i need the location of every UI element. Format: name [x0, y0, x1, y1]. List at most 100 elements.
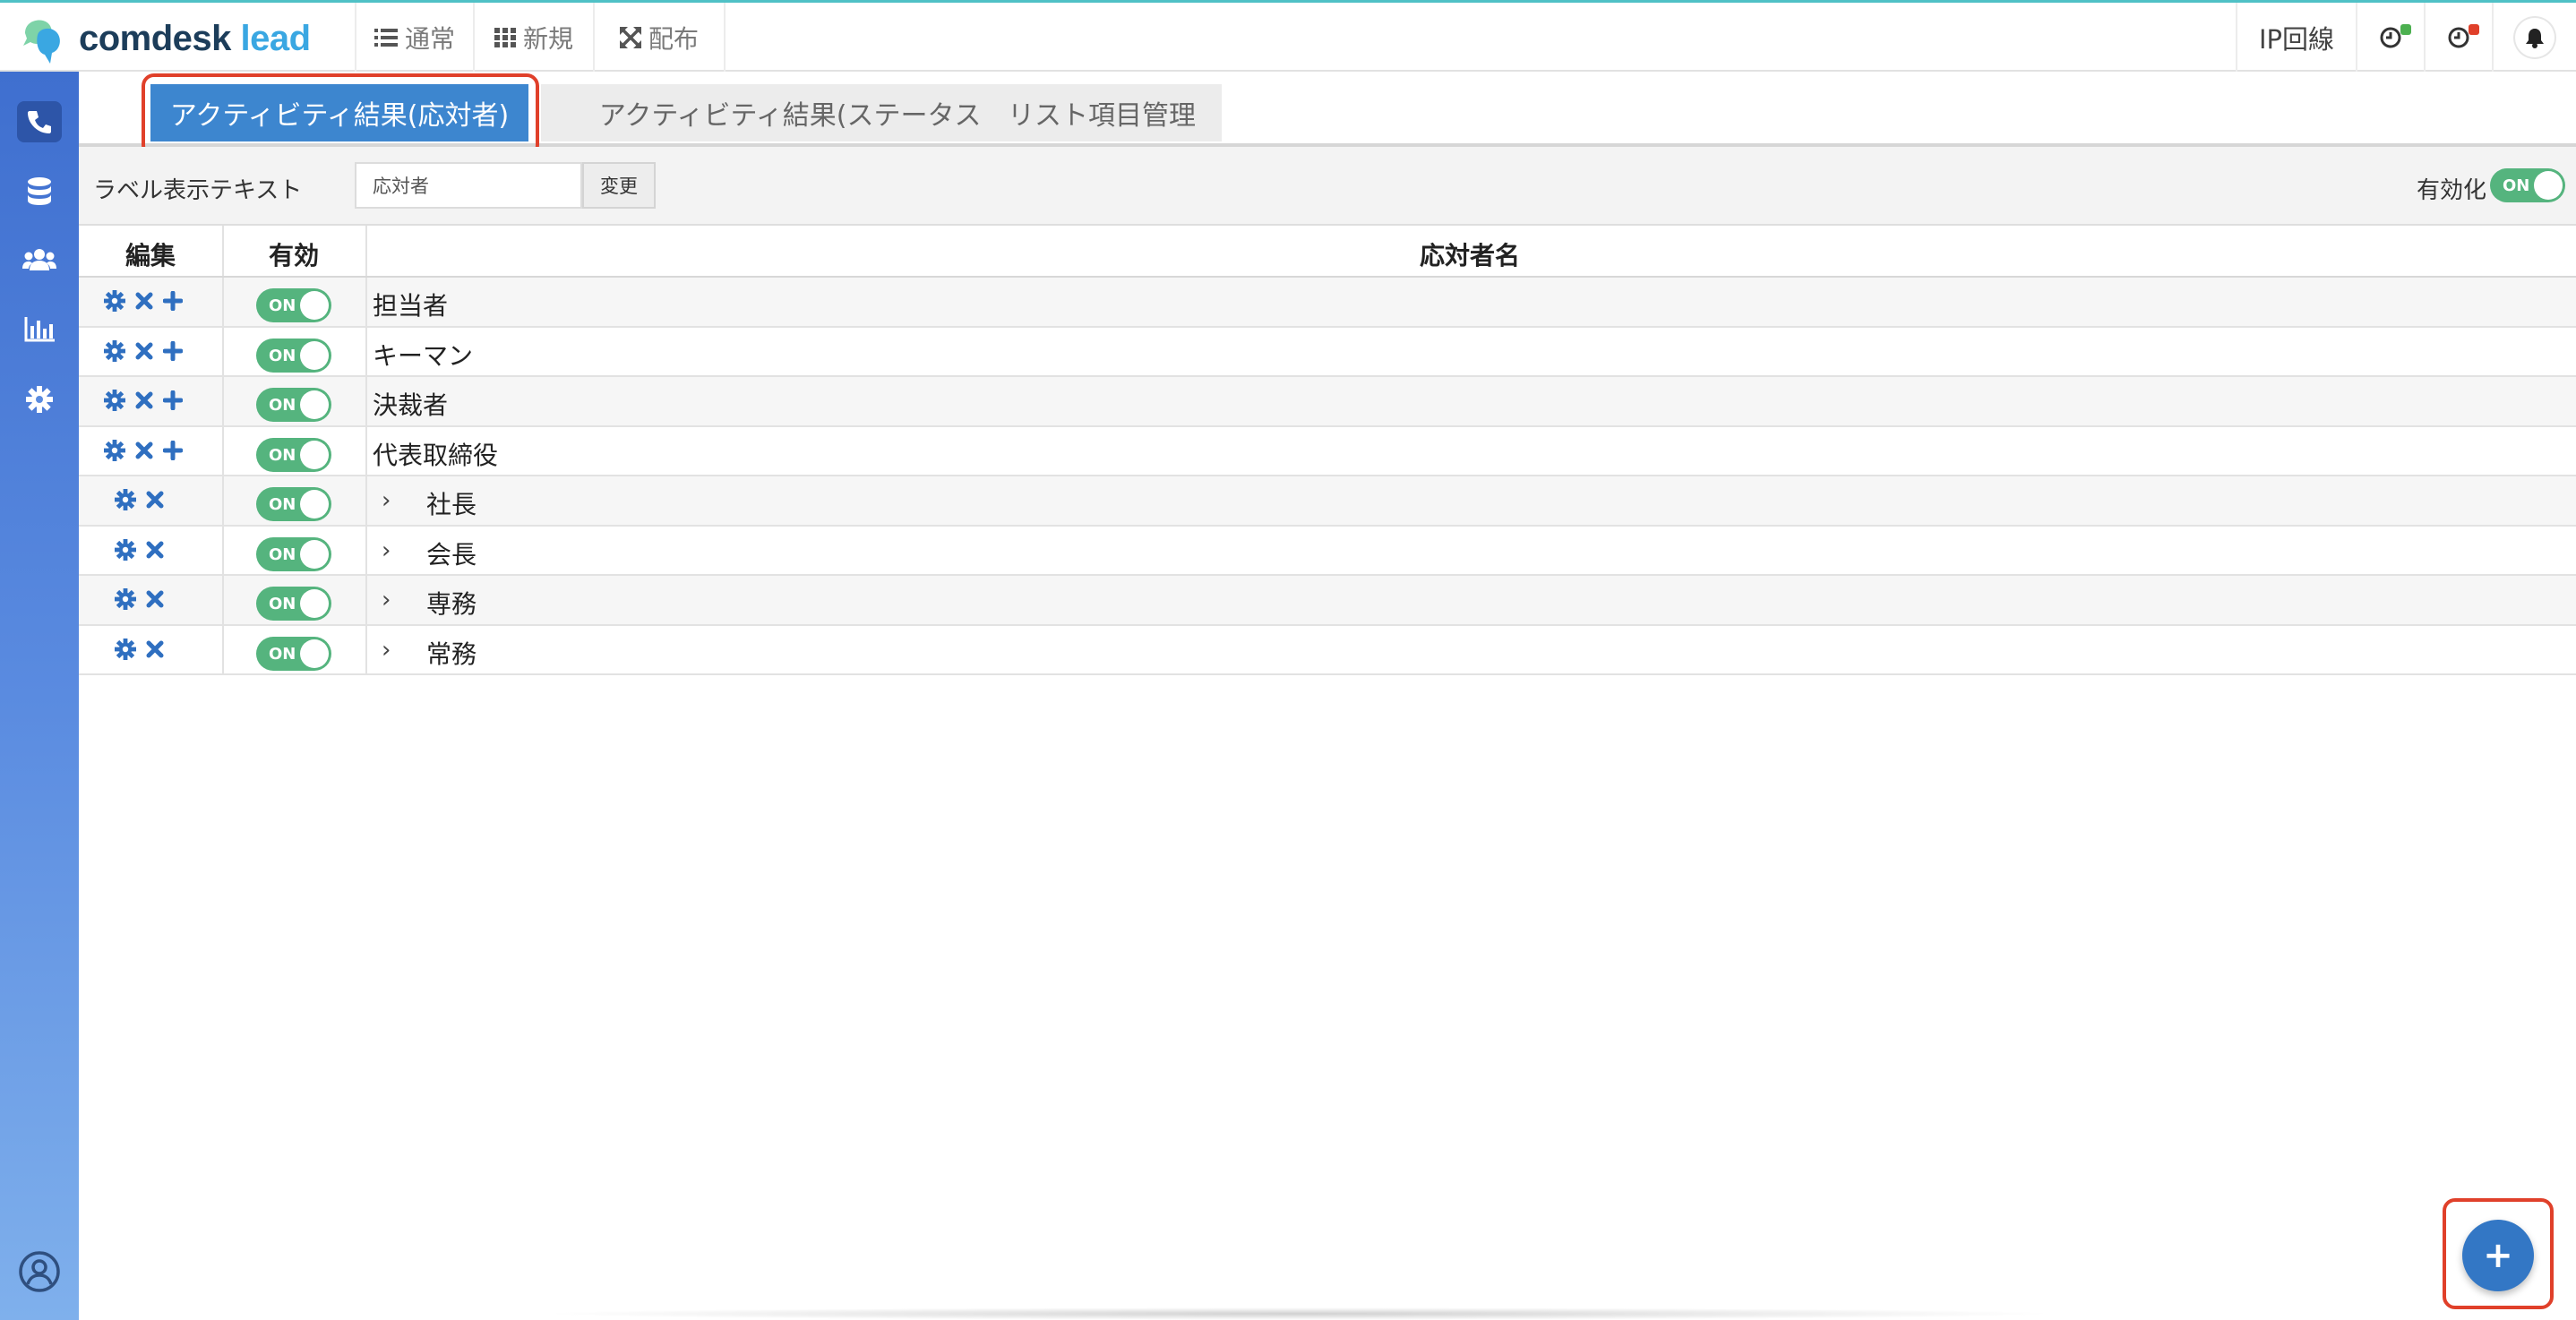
respondent-table: 編集 有効 応対者名 ON 担当者 ON キーマン ON 決裁者 ON 代表取締役 ON › 社長 O…	[79, 226, 2576, 675]
expand-arrows-icon	[619, 26, 641, 48]
row-enable-toggle[interactable]: ON	[256, 338, 331, 373]
change-button[interactable]: 変更	[582, 162, 656, 209]
sidebar-item-database[interactable]	[0, 165, 79, 219]
delete-x-icon[interactable]	[134, 390, 154, 410]
timer-button-2[interactable]	[2424, 3, 2492, 72]
delete-x-icon[interactable]	[145, 589, 165, 609]
toggle-text: ON	[269, 396, 296, 415]
table-row: ON › 常務	[79, 625, 2576, 675]
chevron-right-icon: ›	[382, 487, 391, 514]
delete-x-icon[interactable]	[134, 441, 154, 460]
respondent-name: キーマン	[373, 340, 474, 371]
list-icon	[374, 28, 398, 47]
chevron-right-icon: ›	[382, 536, 391, 564]
toggle-knob	[300, 390, 329, 419]
respondent-name: 決裁者	[373, 390, 449, 420]
enable-label: 有効化	[2417, 177, 2487, 204]
settings-gear-icon[interactable]	[115, 638, 136, 660]
add-child-plus-icon[interactable]	[163, 390, 183, 410]
clock-icon	[2380, 27, 2401, 47]
toggle-knob	[300, 340, 329, 370]
app-logo[interactable]: comdesk lead	[20, 12, 311, 65]
toggle-text: ON	[269, 495, 296, 514]
row-actions	[115, 638, 174, 660]
row-enable-toggle[interactable]: ON	[256, 636, 331, 671]
enable-toggle[interactable]: ON	[2490, 168, 2565, 202]
row-enable-toggle[interactable]: ON	[256, 288, 331, 322]
notification-button[interactable]	[2492, 3, 2576, 72]
logo-bubble-icon	[20, 15, 66, 64]
nav-distribute-label: 配布	[648, 23, 699, 54]
settings-gear-icon[interactable]	[104, 439, 125, 461]
highlight-active-tab	[142, 73, 539, 158]
row-actions	[104, 390, 192, 411]
users-icon	[22, 249, 56, 270]
settings-gear-icon[interactable]	[115, 588, 136, 610]
toggle-text: ON	[2503, 176, 2530, 195]
add-child-plus-icon[interactable]	[163, 291, 183, 311]
sidebar-item-profile[interactable]	[0, 1245, 79, 1299]
respondent-name: 会長	[426, 539, 477, 570]
nav-new-label: 新規	[522, 23, 573, 54]
respondent-name: 代表取締役	[373, 440, 499, 470]
toggle-text: ON	[269, 644, 296, 664]
table-row: ON › 会長	[79, 526, 2576, 576]
add-child-plus-icon[interactable]	[163, 340, 183, 361]
row-enable-toggle[interactable]: ON	[256, 388, 331, 422]
row-actions	[104, 339, 192, 362]
timer-badge-red	[2469, 24, 2479, 35]
sidebar-item-reports[interactable]	[0, 303, 79, 356]
sidebar-item-settings[interactable]	[0, 373, 79, 426]
header-enabled: 有効	[269, 241, 320, 270]
timer-button-1[interactable]	[2356, 3, 2424, 72]
toggle-knob	[300, 291, 329, 320]
settings-gear-icon[interactable]	[115, 538, 136, 561]
nav-distribute-button[interactable]: 配布	[595, 3, 726, 72]
row-enable-toggle[interactable]: ON	[256, 437, 331, 472]
ip-line-button[interactable]: IP回線	[2236, 3, 2356, 72]
ip-line-label: IP回線	[2258, 23, 2335, 55]
chevron-right-icon: ›	[382, 636, 391, 664]
table-row: ON 決裁者	[79, 377, 2576, 427]
settings-gear-icon[interactable]	[104, 339, 125, 362]
settings-gear-icon[interactable]	[104, 290, 125, 312]
sidebar-item-call[interactable]	[0, 95, 79, 149]
row-enable-toggle[interactable]: ON	[256, 587, 331, 621]
tab-list-item-management[interactable]: リスト項目管理	[982, 84, 1222, 141]
toggle-text: ON	[269, 544, 296, 564]
delete-x-icon[interactable]	[134, 291, 154, 311]
header-edit: 編集	[125, 241, 176, 270]
logo-text: comdesk lead	[79, 18, 311, 58]
add-child-plus-icon[interactable]	[163, 440, 183, 460]
delete-x-icon[interactable]	[145, 490, 165, 510]
settings-gear-icon[interactable]	[115, 489, 136, 510]
database-icon	[28, 177, 51, 205]
toggle-knob	[300, 639, 329, 668]
table-row: ON 担当者	[79, 278, 2576, 328]
chevron-right-icon: ›	[382, 587, 391, 613]
delete-x-icon[interactable]	[145, 540, 165, 560]
row-actions	[115, 489, 174, 510]
delete-x-icon[interactable]	[134, 341, 154, 361]
toggle-text: ON	[269, 595, 296, 613]
user-circle-icon	[19, 1251, 60, 1292]
table-body: ON 担当者 ON キーマン ON 決裁者 ON 代表取締役 ON › 社長 ON › 会長 ON › 専務 ON…	[79, 278, 2576, 675]
table-header: 編集 有効 応対者名	[79, 226, 2576, 278]
delete-x-icon[interactable]	[145, 639, 165, 659]
tab-label: アクティビティ結果(ステータス)	[598, 100, 992, 132]
row-enable-toggle[interactable]: ON	[256, 536, 331, 571]
add-button[interactable]: +	[2462, 1220, 2534, 1291]
sidebar-item-users[interactable]	[0, 233, 79, 287]
toggle-knob	[300, 539, 329, 569]
grid-icon	[494, 27, 516, 47]
row-actions	[104, 290, 192, 312]
settings-gear-icon[interactable]	[104, 390, 125, 411]
label-settings-row: ラベル表示テキスト 変更 有効化 ON	[79, 147, 2576, 226]
timer-badge-green	[2400, 24, 2411, 35]
label-text-input[interactable]	[355, 162, 582, 209]
nav-new-button[interactable]: 新規	[475, 3, 595, 72]
tab-activity-status[interactable]: アクティビティ結果(ステータス)	[541, 84, 1050, 141]
row-enable-toggle[interactable]: ON	[256, 487, 331, 521]
toggle-knob	[300, 490, 329, 519]
nav-normal-button[interactable]: 通常	[355, 3, 475, 72]
